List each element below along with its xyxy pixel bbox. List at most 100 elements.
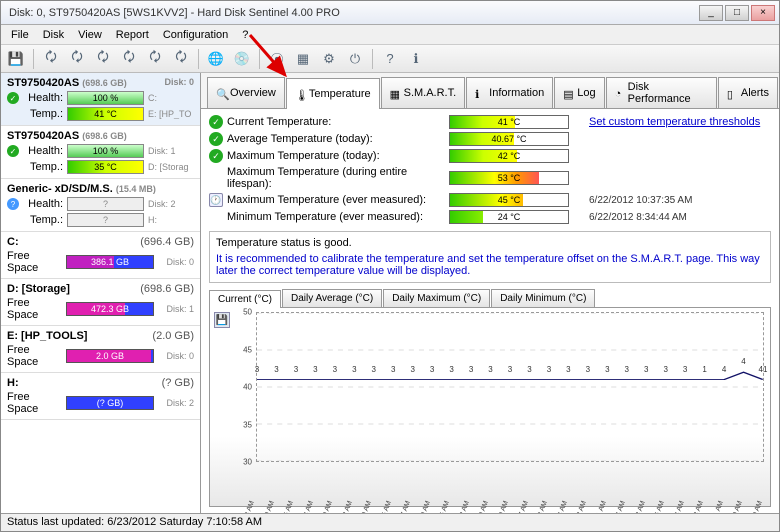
disk-entry[interactable]: ST9750420AS (698.6 GB)✓Health:100 %Disk:… [1, 126, 200, 179]
r2-icon: 🗘 [71, 48, 83, 70]
toolbar-gear-button[interactable]: ⚙ [318, 48, 340, 70]
tab-overview[interactable]: 🔍Overview [207, 77, 285, 108]
volume-entry[interactable]: C:(696.4 GB)Free Space386.1 GBDisk: 0 [1, 232, 200, 279]
set-thresholds-link[interactable]: Set custom temperature thresholds [589, 116, 760, 128]
chart-subtabs: Current (°C) Daily Average (°C) Daily Ma… [209, 289, 771, 308]
toolbar-r4-button[interactable]: 🗘 [118, 48, 140, 70]
tab-alerts[interactable]: ▯Alerts [718, 77, 778, 108]
info-icon: ℹ [414, 51, 419, 67]
clock-icon: 🕐 [209, 193, 223, 207]
menu-view[interactable]: View [72, 27, 108, 43]
r3-icon: 🗘 [97, 48, 109, 70]
power-icon: ⏻ [350, 51, 360, 67]
temp-label: Maximum Temperature (ever measured): [227, 194, 449, 206]
subtab-daily-max[interactable]: Daily Maximum (°C) [383, 289, 490, 307]
r6-icon: 🗘 [175, 48, 187, 70]
toolbar-help-button[interactable]: ? [379, 48, 401, 70]
temperature-row: ✓ Average Temperature (today):40.67 °C [209, 132, 771, 146]
temp-bar: 24 °C [449, 210, 569, 224]
timestamp: 6/22/2012 10:37:35 AM [589, 195, 692, 206]
minimize-button[interactable]: _ [699, 5, 723, 21]
toolbar-r2-button[interactable]: 🗘 [66, 48, 88, 70]
tab-body-temperature: ✓Current Temperature:41 °CSet custom tem… [201, 109, 779, 513]
maximize-button[interactable]: □ [725, 5, 749, 21]
subtab-daily-avg[interactable]: Daily Average (°C) [282, 289, 382, 307]
main-tabs: 🔍Overview 🌡Temperature ▦S.M.A.R.T. ℹInfo… [201, 73, 779, 109]
menu-report[interactable]: Report [110, 27, 155, 43]
app-window: Disk: 0, ST9750420AS [5WS1KVV2] - Hard D… [0, 0, 780, 532]
save-chart-button[interactable]: 💾 [214, 312, 230, 328]
temperature-row: 🕐 Maximum Temperature (ever measured):45 … [209, 193, 771, 207]
timestamp: 6/22/2012 8:34:44 AM [589, 212, 687, 223]
menu-configuration[interactable]: Configuration [157, 27, 234, 43]
volume-entry[interactable]: D: [Storage](698.6 GB)Free Space472.3 GB… [1, 279, 200, 326]
tab-disk-performance[interactable]: ◔Disk Performance [606, 77, 717, 108]
temp-bar: 41 °C [449, 115, 569, 129]
toolbar-save-button[interactable]: 💾 [5, 48, 27, 70]
tab-information[interactable]: ℹInformation [466, 77, 553, 108]
globe-icon: 🌐 [208, 51, 224, 67]
sidebar[interactable]: ST9750420AS (698.6 GB)Disk: 0✓Health:100… [1, 73, 201, 513]
test-icon: ⦿ [270, 49, 283, 68]
subtab-current[interactable]: Current (°C) [209, 290, 281, 308]
disk-entry[interactable]: Generic- xD/SD/M.S. (15.4 MB)?Health:?Di… [1, 179, 200, 232]
tab-smart[interactable]: ▦S.M.A.R.T. [381, 77, 466, 108]
gear-icon: ⚙ [323, 51, 335, 67]
temperature-status-box: Temperature status is good. It is recomm… [209, 231, 771, 283]
temp-bar: 53 °C [449, 171, 569, 185]
menu-file[interactable]: File [5, 27, 35, 43]
ok-icon: ✓ [209, 132, 223, 146]
temperature-row: ✓Maximum Temperature (today):42 °C [209, 149, 771, 163]
temperature-status-text: Temperature status is good. [216, 237, 764, 249]
temp-label: Minimum Temperature (ever measured): [227, 211, 449, 223]
temp-label: Average Temperature (today): [227, 133, 449, 145]
save-icon: 💾 [8, 51, 24, 67]
menubar: File Disk View Report Configuration ? [1, 25, 779, 45]
close-button[interactable]: × [751, 5, 775, 21]
tab-log[interactable]: ▤Log [554, 77, 604, 108]
disk-icon: 💿 [234, 51, 250, 67]
temperature-recommend-text: It is recommended to calibrate the tempe… [216, 253, 764, 277]
help-icon: ? [386, 51, 393, 66]
info-icon: ℹ [475, 88, 486, 99]
temperature-row: Maximum Temperature (during entire lifes… [209, 166, 771, 190]
toolbar-refresh-button[interactable]: 🗘 [40, 48, 62, 70]
ok-icon: ✓ [209, 149, 223, 163]
toolbar-power-button[interactable]: ⏻ [344, 48, 366, 70]
panel-icon: ▦ [297, 51, 309, 67]
statusbar: Status last updated: 6/23/2012 Saturday … [1, 513, 779, 531]
subtab-daily-min[interactable]: Daily Minimum (°C) [491, 289, 595, 307]
toolbar-r3-button[interactable]: 🗘 [92, 48, 114, 70]
tab-temperature[interactable]: 🌡Temperature [286, 78, 380, 109]
temp-label: Maximum Temperature (during entire lifes… [227, 166, 449, 190]
temp-label: Maximum Temperature (today): [227, 150, 449, 162]
menu-help[interactable]: ? [236, 27, 254, 43]
alert-icon: ▯ [727, 88, 738, 99]
toolbar-r5-button[interactable]: 🗘 [144, 48, 166, 70]
temperature-row: Minimum Temperature (ever measured):24 °… [209, 210, 771, 224]
toolbar-globe-button[interactable]: 🌐 [205, 48, 227, 70]
titlebar[interactable]: Disk: 0, ST9750420AS [5WS1KVV2] - Hard D… [1, 1, 779, 25]
temperature-chart: 💾 3035404550 333333333333333333333331444… [209, 308, 771, 507]
toolbar: 💾 🗘 🗘 🗘 🗘 🗘 🗘 🌐 💿 ⦿ ▦ ⚙ ⏻? ℹ [1, 45, 779, 73]
main-panel: 🔍Overview 🌡Temperature ▦S.M.A.R.T. ℹInfo… [201, 73, 779, 513]
window-title: Disk: 0, ST9750420AS [5WS1KVV2] - Hard D… [5, 7, 699, 19]
toolbar-disk-button[interactable]: 💿 [231, 48, 253, 70]
toolbar-r6-button[interactable]: 🗘 [170, 48, 192, 70]
toolbar-test-button[interactable]: ⦿ [266, 48, 288, 70]
temp-bar: 40.67 °C [449, 132, 569, 146]
r5-icon: 🗘 [149, 48, 161, 70]
temp-bar: 45 °C [449, 193, 569, 207]
status-text: Status last updated: 6/23/2012 Saturday … [7, 516, 262, 528]
volume-entry[interactable]: E: [HP_TOOLS](2.0 GB)Free Space2.0 GBDis… [1, 326, 200, 373]
disk-entry[interactable]: ST9750420AS (698.6 GB)Disk: 0✓Health:100… [1, 73, 200, 126]
thermometer-icon: 🌡 [295, 89, 306, 100]
temperature-row: ✓Current Temperature:41 °CSet custom tem… [209, 115, 771, 129]
toolbar-info-button[interactable]: ℹ [405, 48, 427, 70]
volume-entry[interactable]: H:(? GB)Free Space(? GB)Disk: 2 [1, 373, 200, 420]
chip-icon: ▦ [390, 88, 401, 99]
menu-disk[interactable]: Disk [37, 27, 70, 43]
refresh-icon: 🗘 [45, 48, 57, 70]
toolbar-panel-button[interactable]: ▦ [292, 48, 314, 70]
gauge-icon: ◔ [615, 88, 625, 99]
